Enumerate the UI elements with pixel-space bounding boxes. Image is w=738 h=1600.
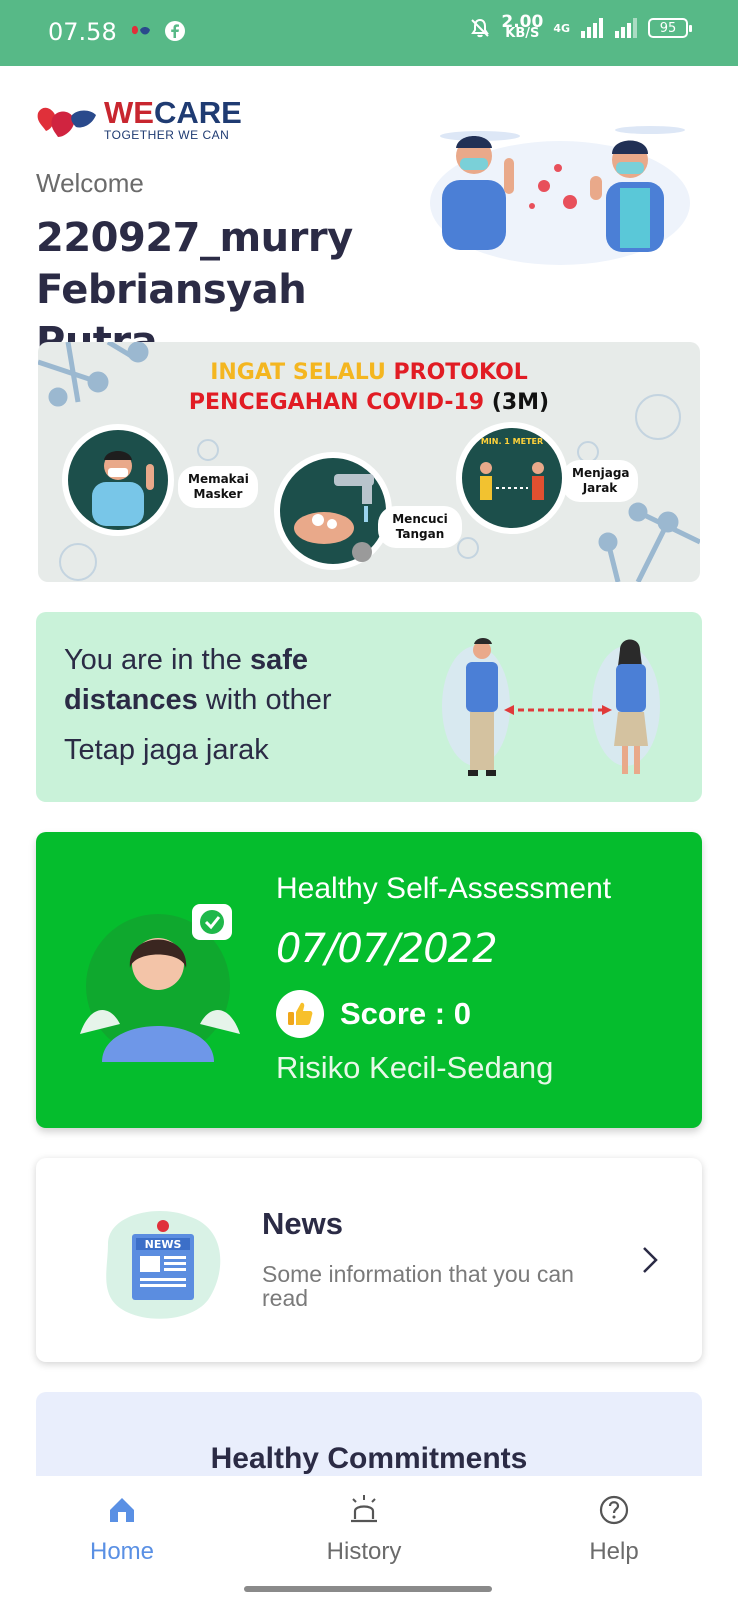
distance-illustration: MIN. 1 METER bbox=[456, 422, 568, 534]
signal-icon-2 bbox=[615, 18, 637, 38]
banner-title-part: PROTOKOL bbox=[393, 360, 528, 385]
safe-text-bold: safe bbox=[249, 644, 309, 676]
distance-icon: MIN. 1 METER bbox=[480, 437, 544, 500]
chevron-right-icon[interactable] bbox=[636, 1240, 664, 1280]
status-bar: 07.58 2.00 KB/S 4G 95 bbox=[0, 0, 738, 66]
siren-icon bbox=[351, 1495, 377, 1523]
network-type: 4G bbox=[553, 21, 570, 35]
logo-care-text: CARE bbox=[153, 95, 242, 130]
self-assessment-card[interactable]: Healthy Self-Assessment 07/07/2022 Score… bbox=[36, 832, 702, 1128]
banner-title: INGAT SELALU PROTOKOL PENCEGAHAN COVID-1… bbox=[38, 358, 700, 418]
bottom-navigation: Home History Help bbox=[0, 1476, 738, 1600]
hero-illustration bbox=[430, 126, 690, 265]
news-title: News bbox=[262, 1206, 343, 1241]
notification-icons bbox=[130, 20, 186, 42]
banner-title-part: (3M) bbox=[491, 390, 550, 415]
speed-unit: KB/S bbox=[505, 26, 540, 41]
nav-home-label: Home bbox=[89, 1538, 155, 1565]
thumbs-up-icon bbox=[276, 990, 324, 1038]
caption-masker: Memakai Masker bbox=[178, 466, 258, 508]
nav-help-label: Help bbox=[589, 1538, 639, 1565]
status-time: 07.58 bbox=[48, 18, 117, 46]
logo-we-text: WE bbox=[104, 95, 154, 130]
gesture-bar[interactable] bbox=[244, 1586, 492, 1592]
news-card[interactable]: NEWS News Some information that you can … bbox=[36, 1158, 702, 1362]
network-speed: 2.00 KB/S bbox=[501, 14, 543, 41]
battery-icon: 95 bbox=[648, 18, 692, 38]
assessment-date: 07/07/2022 bbox=[276, 926, 498, 972]
logo-tagline: TOGETHER WE CAN bbox=[104, 128, 230, 142]
mask-person-icon bbox=[92, 451, 154, 526]
nav-help[interactable]: Help bbox=[534, 1490, 694, 1566]
nav-home[interactable]: Home bbox=[42, 1490, 202, 1566]
assessment-score-row: Score : 0 bbox=[276, 990, 471, 1038]
mute-icon bbox=[471, 18, 490, 38]
safe-text-bold: distances bbox=[64, 684, 198, 716]
mask-illustration bbox=[62, 424, 174, 536]
nav-history[interactable]: History bbox=[284, 1490, 444, 1566]
assessment-avatar-illustration bbox=[80, 904, 240, 1062]
news-badge: NEWS bbox=[145, 1238, 182, 1251]
home-icon bbox=[110, 1498, 134, 1522]
safe-distance-message: You are in the safe distances with other bbox=[64, 640, 424, 720]
commitments-title: Healthy Commitments bbox=[210, 1442, 528, 1475]
facebook-icon bbox=[165, 21, 185, 41]
distance-note: MIN. 1 METER bbox=[481, 437, 543, 446]
social-distance-illustration bbox=[442, 638, 660, 776]
carousel-indicator bbox=[352, 542, 372, 562]
assessment-title: Healthy Self-Assessment bbox=[276, 872, 612, 905]
assessment-score: Score : 0 bbox=[340, 996, 471, 1031]
banner-title-part: PENCEGAHAN COVID-19 bbox=[188, 390, 492, 415]
handwash-illustration bbox=[274, 452, 392, 570]
nav-history-label: History bbox=[326, 1538, 402, 1565]
healthy-commitments-card[interactable]: Healthy Commitments bbox=[36, 1392, 702, 1482]
banner-title-part: INGAT SELALU bbox=[210, 360, 394, 385]
welcome-label: Welcome bbox=[36, 168, 144, 198]
wecare-logo-icon bbox=[37, 107, 96, 137]
safe-text-part: You are in the bbox=[64, 644, 250, 676]
protocol-banner[interactable]: INGAT SELALU PROTOKOL PENCEGAHAN COVID-1… bbox=[38, 342, 700, 582]
wecare-notification-icon bbox=[132, 25, 150, 35]
help-icon bbox=[599, 1495, 629, 1525]
news-description: Some information that you can read bbox=[262, 1261, 574, 1311]
caption-jarak: Menjaga Jarak bbox=[562, 460, 638, 502]
newspaper-icon: NEWS bbox=[106, 1211, 221, 1319]
safe-distance-card[interactable]: You are in the safe distances with other … bbox=[36, 612, 702, 802]
safe-text-part: with other bbox=[197, 684, 332, 716]
caption-tangan: Mencuci Tangan bbox=[378, 506, 462, 548]
wecare-logo: WECARE TOGETHER WE CAN bbox=[36, 95, 242, 142]
signal-icon bbox=[581, 18, 603, 38]
status-right-icons: 2.00 KB/S 4G 95 bbox=[469, 14, 692, 41]
safe-distance-subtitle: Tetap jaga jarak bbox=[64, 734, 269, 766]
assessment-risk-level: Risiko Kecil-Sedang bbox=[276, 1050, 554, 1085]
